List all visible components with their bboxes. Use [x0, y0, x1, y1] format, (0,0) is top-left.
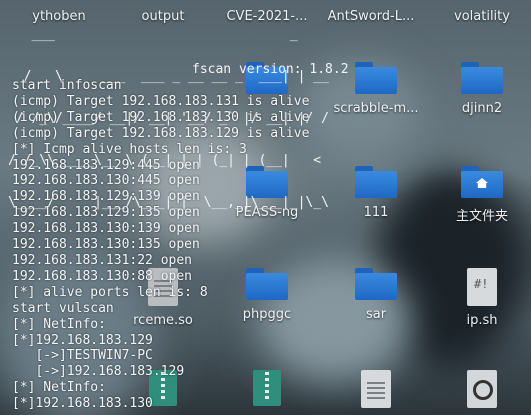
terminal-line: 192.168.183.130:135 open [12, 237, 200, 253]
fscan-version: fscan version: 1.8.2 [192, 62, 349, 77]
terminal-line: (icmp) Target 192.168.183.130 is alive [12, 109, 310, 125]
terminal-line: start infoscan [12, 78, 122, 93]
folder-icon [355, 166, 397, 198]
folder-icon [461, 62, 503, 94]
home-folder-icon [461, 166, 503, 198]
folder-icon [355, 268, 397, 300]
desktop-icon-volatility[interactable]: volatility [437, 6, 527, 24]
terminal-line: 192.168.183.129:445 open [12, 157, 200, 173]
desktop-icon-label: AntSword-L... [327, 9, 415, 24]
terminal-line: [*] Icmp alive hosts len is: 3 [12, 141, 247, 157]
terminal-line: start vulscan [12, 300, 114, 316]
desktop-icon-sar[interactable]: sar [331, 268, 421, 322]
terminal-line: 192.168.183.129:135 open [12, 205, 200, 221]
terminal-line: [*]192.168.183.130 [12, 396, 153, 412]
terminal-line: (icmp) Target 192.168.183.129 is alive [12, 125, 310, 141]
terminal-line: [->]192.168.183.129 [12, 364, 185, 380]
terminal-line: [*]192.168.183.129 [12, 332, 153, 348]
terminal-line: [*] alive ports len is: 8 [12, 284, 208, 300]
desktop-icon-ip-sh[interactable]: #! ip.sh [437, 268, 527, 328]
terminal-line: 192.168.183.130:88 open [12, 268, 193, 284]
disc-image-icon [467, 370, 497, 408]
banner-line: ___ _ [8, 27, 329, 42]
terminal-line: 192.168.183.131:22 open [12, 252, 193, 268]
terminal-output[interactable]: start infoscan (icmp) Target 192.168.183… [12, 78, 309, 412]
folder-icon [355, 62, 397, 94]
desktop-icon-partial[interactable]: AntSword-L... [326, 6, 416, 24]
desktop-icon-label: scrabble-m... [333, 101, 419, 116]
desktop-icon-djinn2[interactable]: djinn2 [437, 62, 527, 116]
terminal-line: 192.168.183.130:445 open [12, 173, 200, 189]
desktop-icon-label: volatility [454, 9, 510, 24]
desktop-icon-label: 111 [363, 205, 389, 220]
desktop-icon-home[interactable]: 主文件夹 [437, 166, 527, 224]
desktop-icon-label: sar [365, 307, 387, 322]
document-icon [361, 370, 391, 408]
terminal-line: [*] NetInfo: [12, 316, 106, 332]
desktop-icon-111[interactable]: 111 [331, 166, 421, 220]
desktop-icon-label: ip.sh [466, 313, 498, 328]
terminal-line: 192.168.183.129:139 open [12, 189, 200, 205]
terminal-line: [*] NetInfo: [12, 380, 106, 396]
script-icon: #! [467, 268, 497, 306]
desktop-icon-document[interactable] [331, 370, 421, 412]
terminal-line: (icmp) Target 192.168.183.131 is alive [12, 93, 310, 109]
terminal-line: 192.168.183.130:139 open [12, 221, 200, 237]
desktop-icon-label: djinn2 [461, 101, 503, 116]
desktop-icon-label: 主文件夹 [455, 209, 508, 224]
terminal-line: [->]TESTWIN7-PC [12, 348, 153, 364]
desktop-icon-disc[interactable] [437, 370, 527, 412]
